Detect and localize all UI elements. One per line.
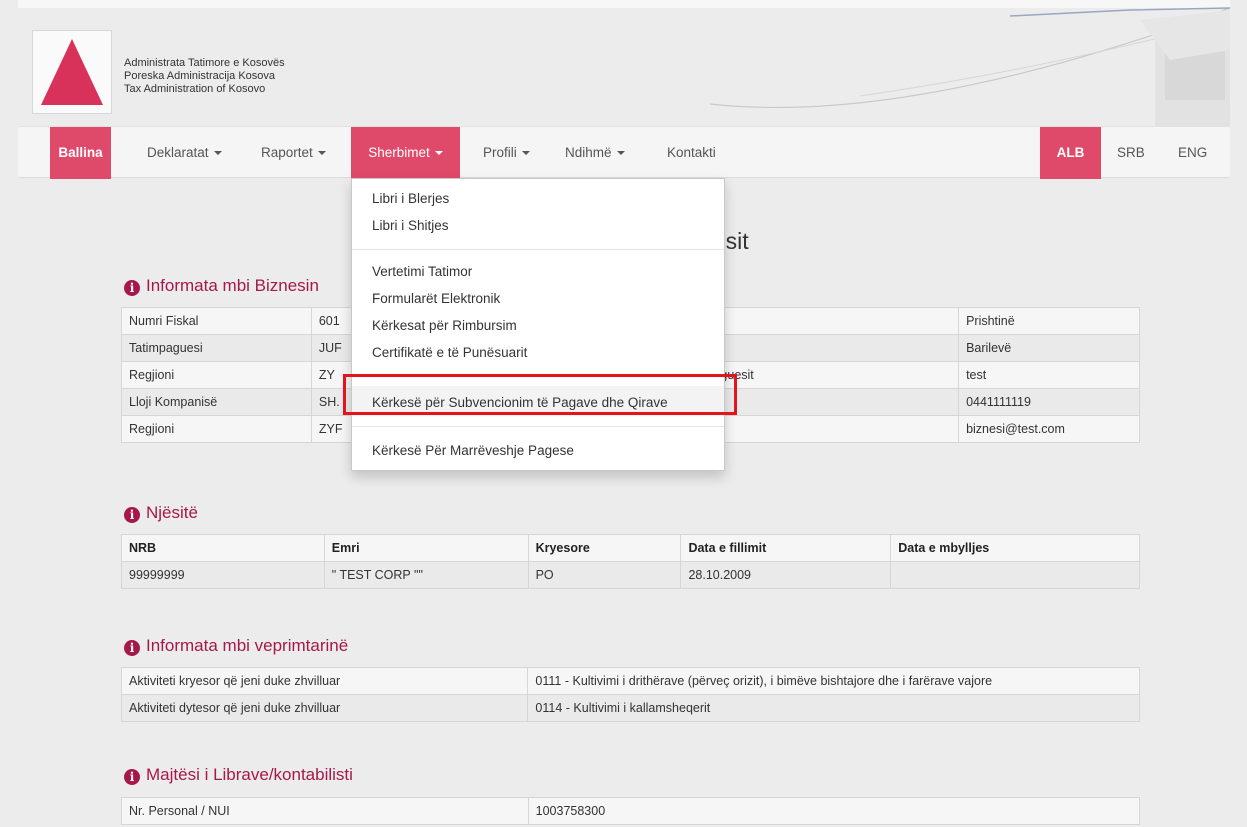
lang-srb[interactable]: SRB bbox=[1117, 127, 1145, 179]
nav-home[interactable]: Ballina bbox=[50, 127, 111, 179]
services-dropdown-menu: Libri i Blerjes Libri i Shitjes Vertetim… bbox=[351, 178, 725, 471]
section-units-title: i Njësitë bbox=[124, 503, 198, 523]
lang-alb[interactable]: ALB bbox=[1040, 127, 1101, 179]
nav-help[interactable]: Ndihmë bbox=[565, 127, 625, 179]
menu-item-payment-agreement[interactable]: Kërkesë Për Marrëveshje Pagese bbox=[372, 443, 574, 458]
info-icon: i bbox=[124, 769, 140, 785]
header-decoration bbox=[710, 7, 1230, 126]
brand-text: Administrata Tatimore e Kosovës Poreska … bbox=[124, 57, 285, 96]
activity-table: Aktiviteti kryesor që jeni duke zhvillua… bbox=[120, 667, 1140, 722]
menu-item-purchase-book[interactable]: Libri i Blerjes bbox=[372, 191, 449, 206]
info-icon: i bbox=[124, 280, 140, 296]
chevron-down-icon bbox=[616, 151, 625, 156]
info-icon: i bbox=[124, 640, 140, 656]
menu-divider bbox=[352, 426, 724, 427]
brand-line-srb: Poreska Administracija Kosova bbox=[124, 70, 276, 82]
table-row: Aktiviteti dytesor që jeni duke zhvillua… bbox=[120, 694, 1140, 722]
menu-divider bbox=[352, 249, 724, 250]
brand-line-alb: Administrata Tatimore e Kosovës bbox=[124, 57, 285, 69]
nav-declarations[interactable]: Deklaratat bbox=[147, 127, 222, 179]
menu-item-employee-certificate[interactable]: Certifikatë e të Punësuarit bbox=[372, 345, 527, 360]
menu-item-electronic-forms[interactable]: Formularët Elektronik bbox=[372, 291, 500, 306]
logo[interactable] bbox=[32, 30, 112, 114]
site-header: Administrata Tatimore e Kosovës Poreska … bbox=[18, 0, 1230, 126]
table-row: Aktiviteti kryesor që jeni duke zhvillua… bbox=[120, 667, 1140, 695]
brand-line-eng: Tax Administration of Kosovo bbox=[124, 83, 266, 95]
menu-item-tax-certificate[interactable]: Vertetimi Tatimor bbox=[372, 264, 472, 279]
main-navbar: Ballina Deklaratat Raportet Sherbimet Pr… bbox=[18, 126, 1230, 179]
section-activity-title: i Informata mbi veprimtarinë bbox=[124, 636, 348, 656]
section-accounting-title: i Majtësi i Librave/kontabilisti bbox=[124, 765, 353, 785]
menu-item-sales-book[interactable]: Libri i Shitjes bbox=[372, 218, 449, 233]
highlight-annotation-box bbox=[343, 374, 737, 415]
table-row: 99999999 " TEST CORP "" PO 28.10.2009 bbox=[121, 561, 1140, 589]
nav-services[interactable]: Sherbimet bbox=[351, 127, 460, 179]
info-icon: i bbox=[124, 507, 140, 523]
nav-profile[interactable]: Profili bbox=[483, 127, 530, 179]
chevron-down-icon bbox=[317, 151, 326, 156]
accounting-table: Nr. Personal / NUI 1003758300 bbox=[121, 797, 1141, 825]
nav-reports[interactable]: Raportet bbox=[261, 127, 326, 179]
table-row: Nr. Personal / NUI 1003758300 bbox=[121, 797, 1141, 825]
menu-item-refund-requests[interactable]: Kërkesat për Rimbursim bbox=[372, 318, 517, 333]
chevron-down-icon bbox=[213, 151, 222, 156]
chevron-down-icon bbox=[434, 151, 443, 156]
section-business-title: i Informata mbi Biznesin bbox=[124, 276, 319, 296]
nav-contact[interactable]: Kontakti bbox=[667, 127, 716, 179]
table-header-row: NRB Emri Kryesore Data e fillimit Data e mby… bbox=[121, 534, 1140, 562]
units-table: NRB Emri Kryesore Data e fillimit Data e mby… bbox=[121, 534, 1140, 589]
logo-triangle bbox=[41, 39, 103, 105]
lang-eng[interactable]: ENG bbox=[1178, 127, 1207, 179]
chevron-down-icon bbox=[521, 151, 530, 156]
